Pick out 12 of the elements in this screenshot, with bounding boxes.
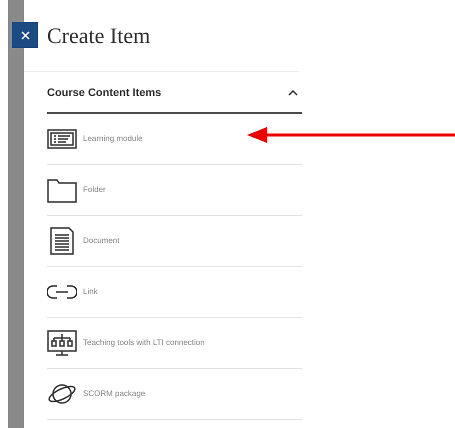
item-link[interactable]: SCORM package	[83, 388, 146, 400]
chevron-up-icon	[288, 90, 298, 96]
item-link[interactable]: Learning module	[83, 133, 143, 145]
item-link[interactable]: Document	[83, 235, 120, 247]
item-link[interactable]: Link	[83, 286, 98, 298]
close-button[interactable]	[12, 22, 38, 48]
monitor-network-icon	[47, 328, 77, 358]
section-header[interactable]: Course Content Items	[47, 74, 302, 114]
panel-title: Create Item	[47, 22, 150, 50]
close-icon	[20, 30, 30, 40]
item-link[interactable]: Folder	[83, 184, 106, 196]
item-link[interactable]: Teaching tools with LTI connection	[83, 337, 205, 349]
